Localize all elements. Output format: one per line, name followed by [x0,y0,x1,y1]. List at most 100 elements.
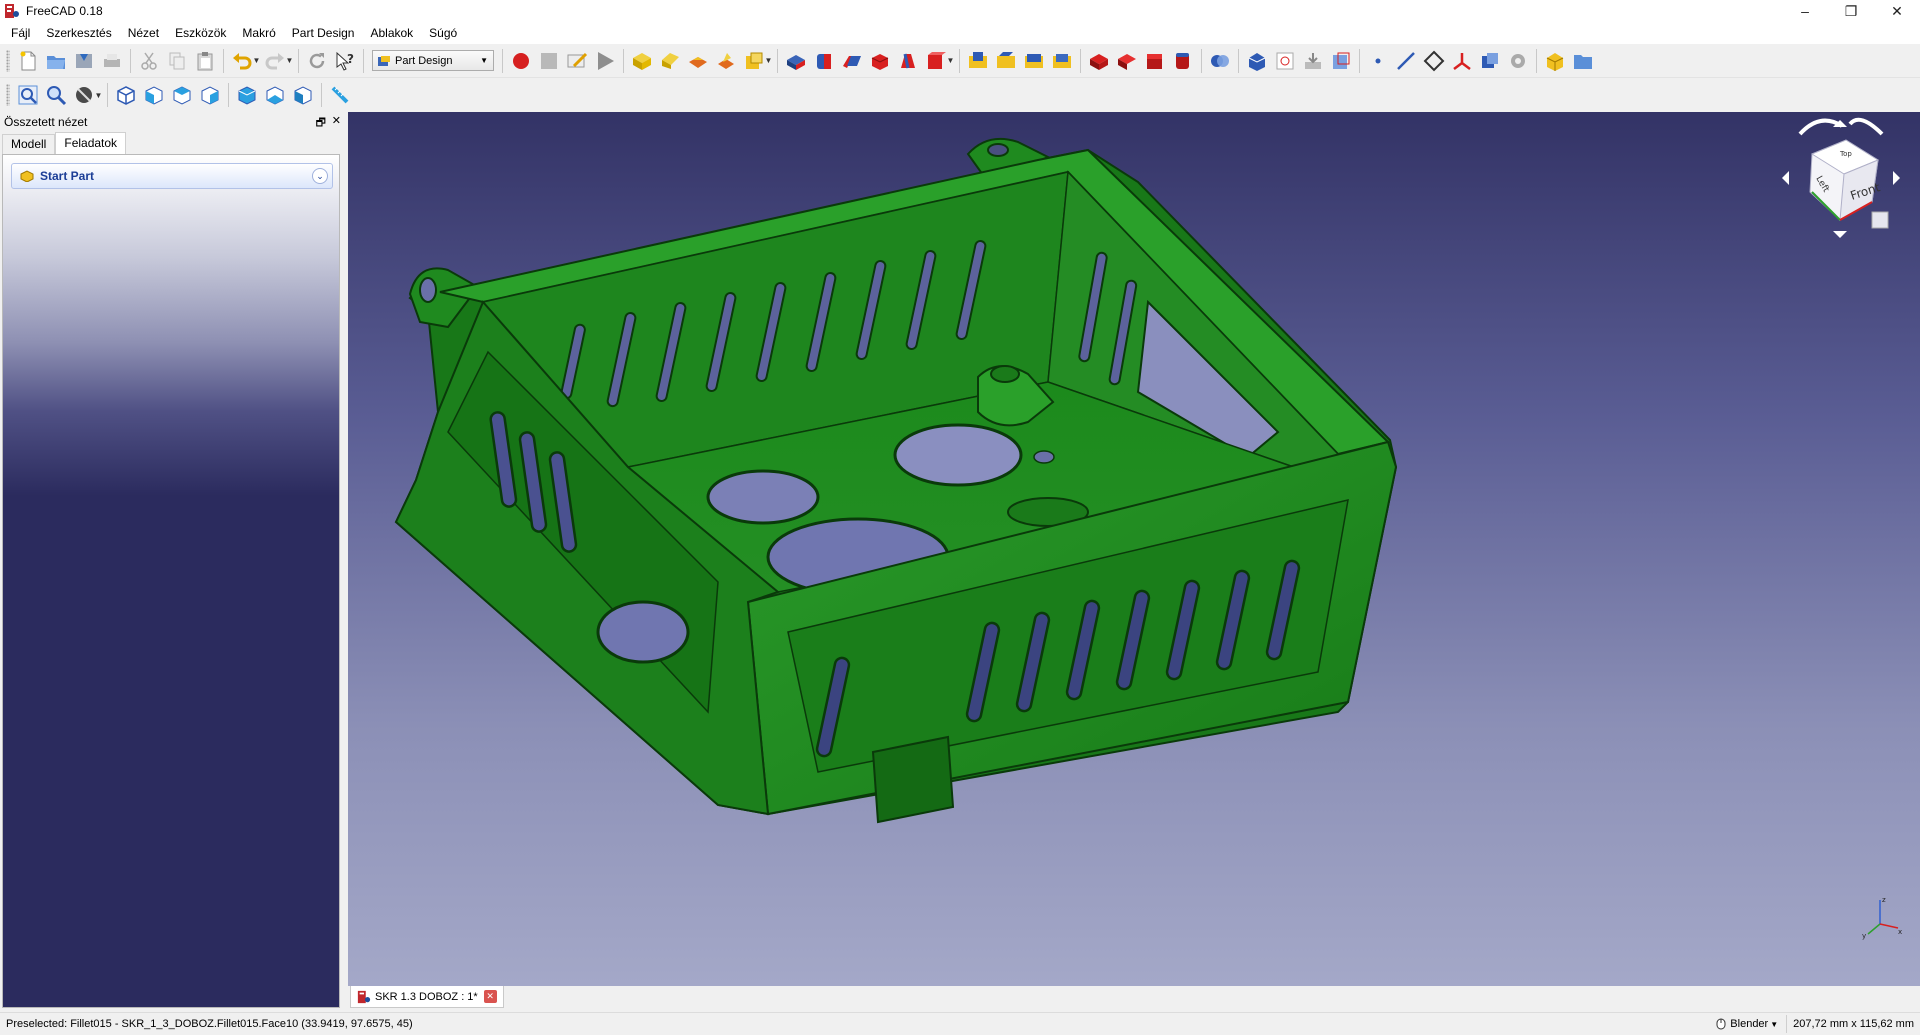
cut-icon[interactable] [135,47,163,75]
datum-line-icon[interactable] [1392,47,1420,75]
group-folder-icon[interactable] [1569,47,1597,75]
menu-macro[interactable]: Makró [234,22,283,44]
multi-transform-icon[interactable] [1169,47,1197,75]
datum-dropdown-icon[interactable]: ▼ [764,47,773,75]
open-folder-icon[interactable] [42,47,70,75]
3d-viewport[interactable]: Front Left Top z x y [348,112,1920,986]
document-tab[interactable]: SKR 1.3 DOBOZ : 1* ✕ [350,986,504,1008]
redo-dropdown-icon[interactable]: ▼ [285,47,294,75]
front-view-icon[interactable] [140,81,168,109]
top-view-icon[interactable] [168,81,196,109]
close-window-button[interactable]: ✕ [1874,0,1920,22]
linear-pattern-icon[interactable] [1113,47,1141,75]
undock-icon[interactable]: 🗗 [316,114,326,133]
navigation-style-selector[interactable]: Blender ▼ [1708,1015,1788,1033]
pad-icon[interactable] [782,47,810,75]
paste-icon[interactable] [191,47,219,75]
refresh-icon[interactable] [303,47,331,75]
create-body-icon[interactable] [628,47,656,75]
measure-distance-icon[interactable] [326,81,354,109]
sketch-view-icon[interactable] [1271,47,1299,75]
additive-primitive-dropdown-icon[interactable]: ▼ [946,47,955,75]
arrow-down-icon[interactable] [1833,231,1847,238]
menu-part-design[interactable]: Part Design [284,22,363,44]
additive-helix-icon[interactable] [894,47,922,75]
groove-icon[interactable] [1020,47,1048,75]
save-icon[interactable] [70,47,98,75]
toolbar-grip[interactable] [6,49,10,72]
fit-selection-icon[interactable] [42,81,70,109]
revolution-icon[interactable] [810,47,838,75]
navigation-cube[interactable]: Front Left Top [1760,112,1920,272]
close-tab-icon[interactable]: ✕ [483,990,497,1003]
navigation-style-label: Blender [1730,1018,1769,1030]
document-tab-bar: SKR 1.3 DOBOZ : 1* ✕ [348,986,1920,1010]
menu-file[interactable]: Fájl [3,22,38,44]
menu-windows[interactable]: Ablakok [362,22,421,44]
fit-all-icon[interactable] [14,81,42,109]
bottom-view-icon[interactable] [261,81,289,109]
pocket-icon[interactable] [964,47,992,75]
create-part-icon[interactable] [656,47,684,75]
print-icon[interactable] [98,47,126,75]
part-feature-icon[interactable] [1541,47,1569,75]
boolean-icon[interactable] [1206,47,1234,75]
clone-icon[interactable] [1476,47,1504,75]
undo-dropdown-icon[interactable]: ▼ [252,47,261,75]
import-icon[interactable] [1299,47,1327,75]
whats-this-icon[interactable]: ? [331,47,359,75]
svg-text:?: ? [347,52,354,66]
menu-view[interactable]: Nézet [120,22,167,44]
shape-binder-icon[interactable] [1327,47,1355,75]
window-title: FreeCAD 0.18 [26,4,103,18]
menu-edit[interactable]: Szerkesztés [38,22,119,44]
tab-model[interactable]: Modell [2,134,56,154]
datum-point-icon[interactable] [1364,47,1392,75]
polar-pattern-icon[interactable] [1141,47,1169,75]
validate-sketch-icon[interactable] [712,47,740,75]
view-dimensions: 207,72 mm x 115,62 mm [1793,1018,1914,1030]
rear-view-icon[interactable] [233,81,261,109]
tab-tasks[interactable]: Feladatok [55,132,127,154]
additive-pipe-icon[interactable] [866,47,894,75]
rotate-ccw-icon[interactable] [1798,118,1844,136]
box-enclosure-model[interactable] [348,112,1920,986]
chevron-down-icon: ▼ [1770,1019,1779,1029]
collapse-chevron-icon[interactable]: ⌄ [312,168,328,184]
status-bar: Preselected: Fillet015 - SKR_1_3_DOBOZ.F… [0,1012,1920,1035]
gear-icon[interactable] [1504,47,1532,75]
toolbar-grip[interactable] [6,84,10,106]
navcube-menu-icon[interactable] [1871,211,1889,229]
macro-stop-icon[interactable] [535,47,563,75]
arrow-right-icon[interactable] [1893,171,1900,185]
rotate-cw-icon[interactable] [1848,117,1884,136]
menu-help[interactable]: Súgó [421,22,465,44]
new-document-icon[interactable] [14,47,42,75]
restore-button[interactable]: ❐ [1828,0,1874,22]
copy-icon[interactable] [163,47,191,75]
document-tab-label: SKR 1.3 DOBOZ : 1* [375,990,478,1003]
close-panel-icon[interactable]: ✕ [332,114,341,127]
additive-loft-icon[interactable] [838,47,866,75]
macro-execute-icon[interactable] [591,47,619,75]
datum-plane-icon[interactable] [1420,47,1448,75]
mirrored-icon[interactable] [1085,47,1113,75]
isometric-view-icon[interactable] [112,81,140,109]
hole-icon[interactable] [992,47,1020,75]
part-design-workbench-icon [378,55,390,66]
workbench-selector[interactable]: Part Design ▼ [372,50,494,71]
chevron-down-icon: ▼ [480,56,488,65]
menu-tools[interactable]: Eszközök [167,22,234,44]
minimize-button[interactable]: – [1782,0,1828,22]
task-panel-start-part[interactable]: Start Part ⌄ [11,163,333,189]
arrow-left-icon[interactable] [1782,171,1789,185]
subtractive-loft-icon[interactable] [1048,47,1076,75]
macro-edit-icon[interactable] [563,47,591,75]
right-view-icon[interactable] [196,81,224,109]
macro-record-icon[interactable] [507,47,535,75]
local-cs-icon[interactable] [1448,47,1476,75]
part-box-icon[interactable] [1243,47,1271,75]
left-view-icon[interactable] [289,81,317,109]
create-sketch-icon[interactable] [684,47,712,75]
draw-style-dropdown-icon[interactable]: ▼ [94,81,103,109]
